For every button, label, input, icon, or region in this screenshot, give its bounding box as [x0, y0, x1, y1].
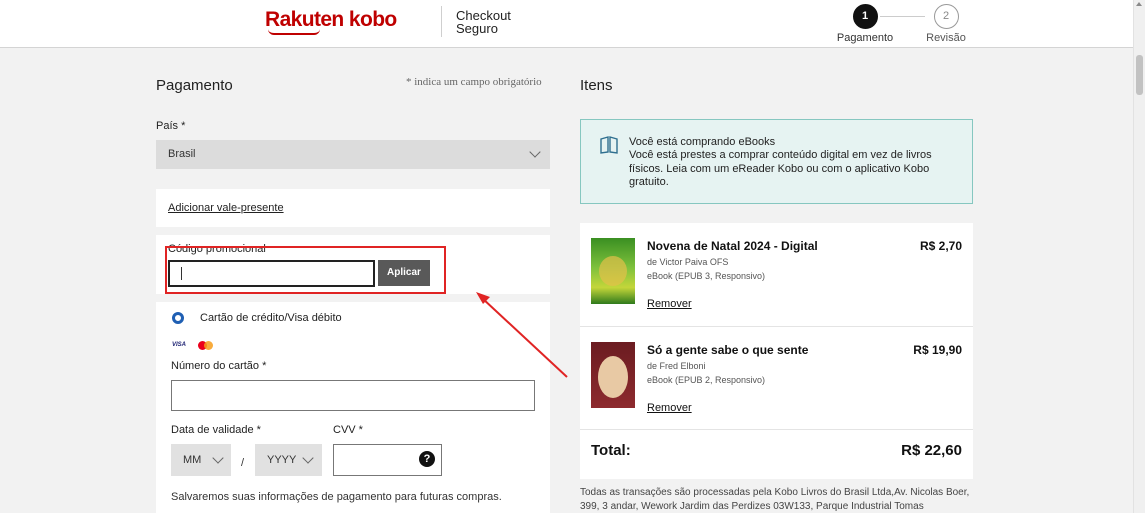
step-label: Pagamento	[836, 32, 894, 44]
save-payment-note: Salvaremos suas informações de pagamento…	[171, 491, 502, 503]
items-title: Itens	[580, 77, 613, 94]
checkout-secure-label: Checkout Seguro	[456, 9, 511, 35]
annotation-arrow	[476, 292, 568, 378]
chevron-down-icon	[212, 452, 224, 464]
total-divider	[580, 429, 973, 430]
country-select[interactable]: Brasil	[156, 140, 550, 169]
item-title[interactable]: Novena de Natal 2024 - Digital	[647, 239, 818, 253]
credit-card-radio[interactable]	[172, 312, 184, 324]
payment-title: Pagamento	[156, 77, 233, 94]
chevron-down-icon	[302, 452, 314, 464]
page-header: Rakuten kobo Checkout Seguro 1 Pagamento…	[0, 0, 1133, 48]
card-number-label: Número do cartão *	[171, 360, 267, 372]
item-format: eBook (EPUB 3, Responsivo)	[647, 271, 766, 281]
expiry-label: Data de validade *	[171, 424, 261, 436]
visa-icon: VISA	[172, 342, 187, 348]
date-separator: /	[241, 457, 245, 469]
scroll-up-arrow[interactable]	[1136, 2, 1142, 6]
gift-card-panel: Adicionar vale-presente	[156, 189, 550, 227]
expiry-month-select[interactable]: MM	[171, 444, 231, 476]
logo-swoosh	[268, 29, 320, 35]
item-author: de Fred Elboni	[647, 361, 706, 371]
step-label: Revisão	[926, 32, 966, 44]
total-label: Total:	[591, 442, 631, 459]
step-number: 2	[933, 4, 959, 29]
item-price: R$ 2,70	[919, 239, 962, 253]
year-value: YYYY	[267, 454, 297, 466]
header-divider	[441, 6, 442, 37]
country-value: Brasil	[168, 148, 196, 160]
notice-title: Você está comprando eBooks	[629, 136, 776, 148]
book-icon	[600, 136, 618, 154]
total-value: R$ 22,60	[901, 442, 962, 459]
month-value: MM	[183, 454, 202, 466]
remove-item-link[interactable]: Remover	[647, 402, 692, 414]
card-number-input[interactable]	[171, 380, 535, 411]
book-cover[interactable]	[591, 238, 635, 304]
step-payment: 1 Pagamento	[835, 4, 895, 44]
cart-items-panel: Novena de Natal 2024 - Digital de Victor…	[580, 223, 973, 479]
annotation-highlight-box	[165, 246, 446, 294]
page-scrollbar[interactable]	[1133, 0, 1145, 513]
scroll-thumb[interactable]	[1136, 55, 1143, 95]
item-format: eBook (EPUB 2, Responsivo)	[647, 375, 766, 385]
item-author: de Victor Paiva OFS	[647, 257, 729, 267]
step-number: 1	[852, 4, 878, 29]
add-gift-card-link[interactable]: Adicionar vale-presente	[168, 202, 284, 214]
cvv-label: CVV *	[333, 424, 363, 436]
checkout-line-2: Seguro	[456, 21, 498, 36]
notice-text: Você está prestes a comprar conteúdo dig…	[629, 149, 932, 188]
expiry-year-select[interactable]: YYYY	[255, 444, 322, 476]
remove-item-link[interactable]: Remover	[647, 298, 692, 310]
item-title[interactable]: Só a gente sabe o que sente	[647, 343, 808, 357]
list-item: Novena de Natal 2024 - Digital de Victor…	[580, 223, 973, 326]
country-label: País *	[156, 120, 186, 132]
ebook-notice: Você está comprando eBooks Você está pre…	[580, 119, 973, 204]
list-item: Só a gente sabe o que sente de Fred Elbo…	[580, 326, 973, 429]
help-icon[interactable]: ?	[419, 451, 435, 467]
book-cover[interactable]	[591, 342, 635, 408]
mastercard-icon	[198, 341, 214, 350]
item-price: R$ 19,90	[913, 343, 962, 357]
chevron-down-icon	[529, 146, 541, 158]
step-review: 2 Revisão	[916, 4, 976, 44]
transaction-note: Todas as transações são processadas pela…	[580, 487, 970, 512]
required-note: * indica um campo obrigatório	[406, 76, 542, 88]
payment-method-label: Cartão de crédito/Visa débito	[200, 312, 342, 324]
